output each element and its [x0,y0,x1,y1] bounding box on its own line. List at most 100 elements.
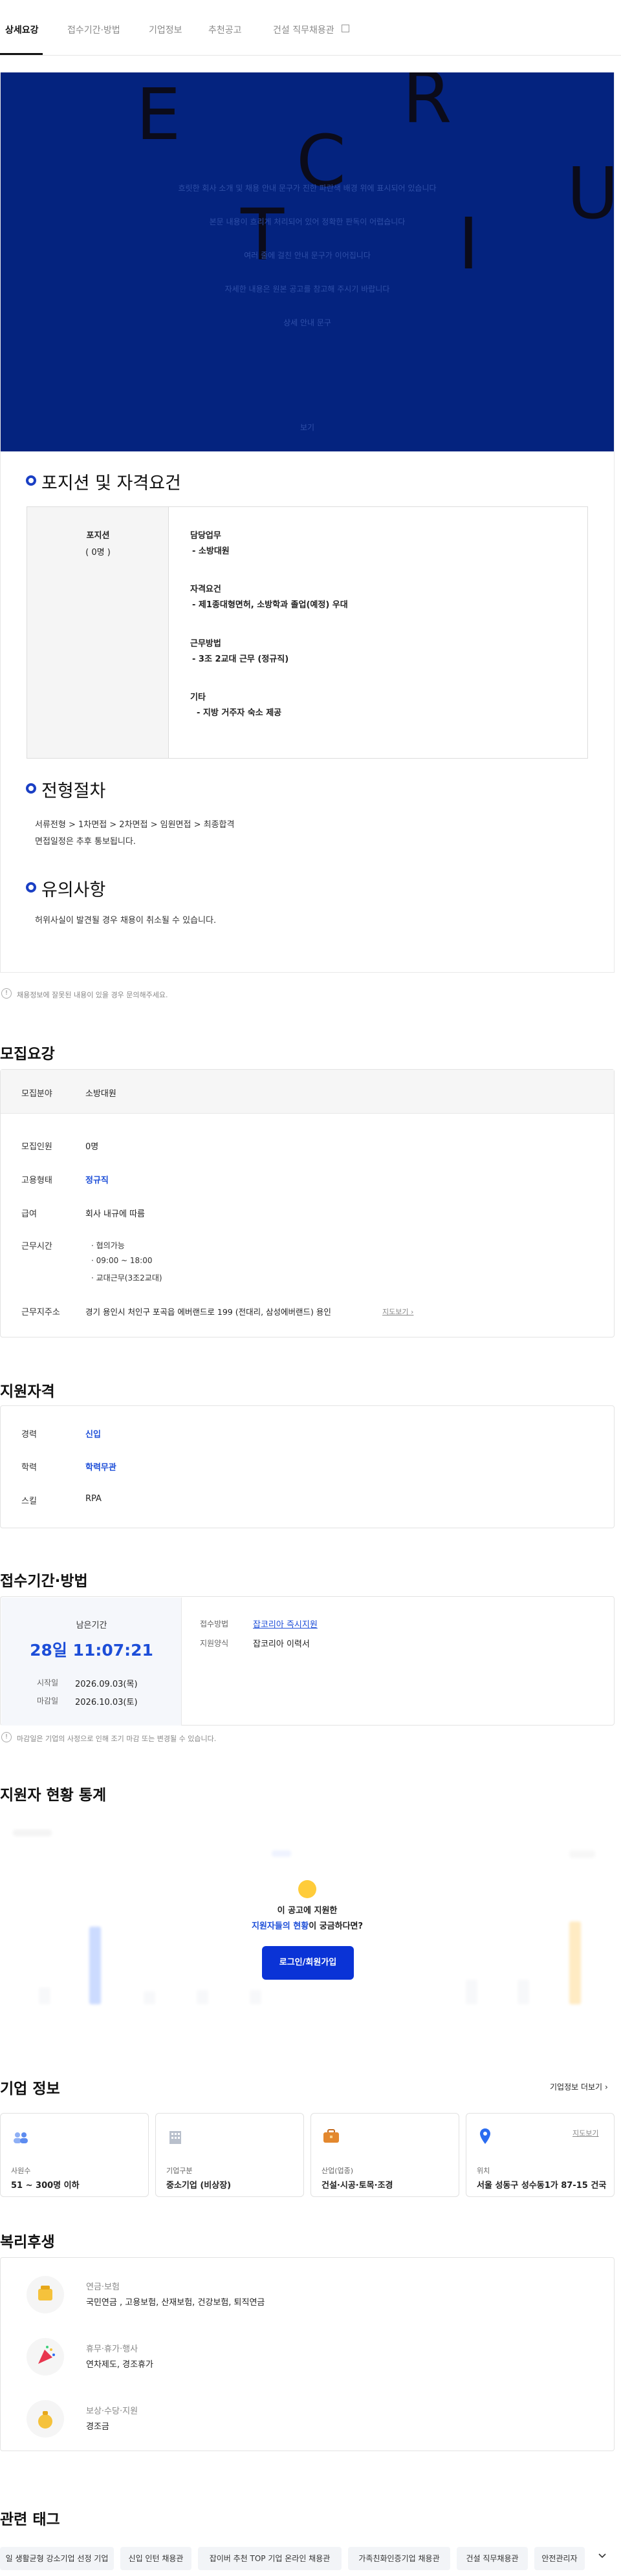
process-steps: 서류전형 > 1차면접 > 2차면접 > 임원면접 > 최종합격 [35,820,235,830]
field-value: 소방대원 [85,1089,116,1099]
deadline-card: 남은기간 28일 11:07:21 시작일 2026.09.03(목) 마감일 … [1,1597,182,1726]
salary-label: 급여 [21,1209,37,1219]
position-table: 포지션 ( 0명 ) 담당업무 - 소방대원 자격요건 - 제1종대형면허, 소… [27,506,588,759]
thinking-face-icon [298,1880,316,1898]
related-tag[interactable]: 건설 직무채용관 [457,2547,528,2570]
money-bag-icon [27,2400,64,2438]
skill-label: 스킬 [21,1497,37,1506]
benefit-value: 경조금 [86,2422,109,2432]
end-date: 2026.10.03(토) [75,1698,138,1707]
qualification-section-title: 지원자격 [0,1383,55,1400]
career-label: 경력 [21,1430,37,1440]
stats-blurred-chart: 이 공고에 지원한 지원자들의 현황이 궁금하다면? 로그인/회원가입 [0,1818,615,2038]
salary-value: 회사 내규에 따름 [85,1209,145,1219]
industry-label: 산업(업종) [321,2167,354,2175]
location-value: 서울 성동구 성수동1가 87-15 건국... [477,2181,606,2191]
tab-company-info[interactable]: 기업정보 [149,23,182,36]
benefit-value: 국민연금 , 고용보험, 산재보험, 건강보험, 퇴직연금 [86,2298,265,2308]
benefit-category: 휴무·휴가·행사 [86,2344,138,2354]
related-tag[interactable]: 신입 인턴 채용관 [120,2547,191,2570]
stats-question-line2: 지원자들의 현황이 궁금하다면? [251,1921,364,1931]
qualification-box: 경력 신입 학력 학력무관 스킬 RPA [0,1405,615,1528]
company-type-value: 중소기업 (비상장) [166,2181,232,2191]
hero-text-line: 상세 안내 문구 [283,318,331,327]
hero-letter: E [136,73,181,156]
company-card-employees: 사원수 51 ~ 300명 이하 [0,2113,149,2197]
work-method-value: - 3조 2교대 근무 (정규직) [192,655,289,664]
map-link[interactable]: 지도보기 › [382,1306,413,1317]
party-popper-icon [27,2338,64,2376]
employees-label: 사원수 [11,2167,31,2175]
start-date: 2026.09.03(목) [75,1680,138,1689]
form-value: 잡코리아 이력서 [253,1640,310,1649]
report-note[interactable]: 채용정보에 잘못된 내용이 있을 경우 문의해주세요. [17,990,168,1000]
people-icon [12,2132,29,2143]
tab-recommended[interactable]: 추천공고 [208,23,242,36]
employment-type-value: 정규직 [85,1176,109,1185]
chevron-right-icon: › [410,1308,414,1316]
field-label: 모집분야 [21,1089,52,1099]
process-section-title: 전형절차 [41,781,106,801]
end-label: 마감일 [37,1696,59,1705]
stats-section-title: 지원자 현황 통계 [0,1787,107,1804]
related-tag[interactable]: 잡이버 추천 TOP 기업 온라인 채용관 [198,2547,342,2570]
apply-section-title: 접수기간·방법 [0,1573,88,1590]
company-more-link[interactable]: 기업정보 더보기 › [550,2081,608,2092]
process-note: 면접일정은 추후 통보됩니다. [35,837,136,847]
hero-bottom-link[interactable]: 보기 [0,422,615,433]
apply-method-link[interactable]: 잡코리아 즉시지원 [253,1618,318,1630]
work-hours-item: · 교대근무(3조2교대) [91,1273,162,1283]
method-label: 접수방법 [200,1619,229,1629]
work-method-heading: 근무방법 [190,639,221,649]
duty-heading: 담당업무 [190,531,221,541]
remaining-label: 남은기간 [76,1621,107,1630]
remaining-time: 28일 11:07:21 [30,1641,153,1660]
headcount-value: 0명 [85,1142,99,1152]
summary-box: 모집분야 소방대원 모집인원 0명 고용형태 정규직 급여 회사 내규에 따름 … [0,1069,615,1337]
company-card-type: 기업구분 중소기업 (비상장) [155,2113,304,2197]
work-hours-item: · 09:00 ~ 18:00 [91,1256,153,1265]
tags-section-title: 관련 태그 [0,2511,60,2528]
related-tag[interactable]: 가족친화인증기업 채용관 [348,2547,450,2570]
info-icon: ! [1,988,12,999]
position-section-title: 포지션 및 자격요건 [41,473,181,493]
related-tag[interactable]: 일 생활균형 강소기업 선정 기업 [0,2547,114,2570]
welfare-box: 연금·보험 국민연금 , 고용보험, 산재보험, 건강보험, 퇴직연금 휴무·휴… [0,2257,615,2451]
company-section-title: 기업 정보 [0,2081,60,2097]
login-button[interactable]: 로그인/회원가입 [262,1946,354,1980]
tab-bar: 상세요강 접수기간·방법 기업정보 추천공고 건설 직무채용관 [0,0,621,56]
location-map-link[interactable]: 지도보기 [572,2128,598,2138]
caution-text: 허위사실이 발견될 경우 채용이 취소될 수 있습니다. [35,916,217,925]
requirement-value: - 제1종대형면허, 소방학과 졸업(예정) 우대 [192,600,348,610]
position-count: ( 0명 ) [85,548,111,557]
form-label: 지원양식 [200,1639,229,1648]
external-link-icon [342,25,349,32]
hero-text-line: 흐릿한 회사 소개 및 채용 안내 문구가 진한 파란색 배경 위에 표시되어 … [178,184,437,193]
duty-value: - 소방대원 [192,547,230,556]
summary-section-title: 모집요강 [0,1046,55,1063]
benefit-category: 연금·보험 [86,2282,120,2292]
skill-value: RPA [85,1494,102,1504]
career-value: 신입 [85,1430,101,1440]
employees-value: 51 ~ 300명 이하 [11,2181,80,2191]
address-value: 경기 용인시 처인구 포곡읍 에버랜드로 199 (전대리, 삼성에버랜드) 용… [85,1307,331,1317]
hero-text-line: 자세한 내용은 원본 공고를 참고해 주시기 바랍니다 [224,285,390,294]
section-bullet-icon [26,475,36,486]
position-label: 포지션 [86,531,110,541]
location-pin-icon [479,2128,491,2145]
related-tag[interactable]: 안전관리자 [534,2547,585,2570]
benefit-category: 보상·수당·지원 [86,2407,138,2416]
tab-construction-hiring[interactable]: 건설 직무채용관 [273,23,334,36]
chevron-down-icon[interactable] [598,2551,607,2560]
briefcase-icon [323,2129,340,2143]
start-label: 시작일 [37,1678,59,1687]
info-icon: ! [1,1732,12,1742]
tab-apply-period[interactable]: 접수기간·방법 [67,23,120,36]
etc-value: - 지방 거주자 숙소 제공 [197,708,282,718]
hero-text-line: 여러 줄에 걸친 안내 문구가 이어집니다 [244,251,371,260]
caution-section-title: 유의사항 [41,880,106,900]
tab-detail[interactable]: 상세요강 [5,23,39,36]
job-hero-image: E R C U T I 흐릿한 회사 소개 및 채용 안내 문구가 진한 파란색… [0,72,615,451]
company-card-location: 지도보기 위치 서울 성동구 성수동1가 87-15 건국... [466,2113,615,2197]
education-label: 학력 [21,1463,37,1473]
